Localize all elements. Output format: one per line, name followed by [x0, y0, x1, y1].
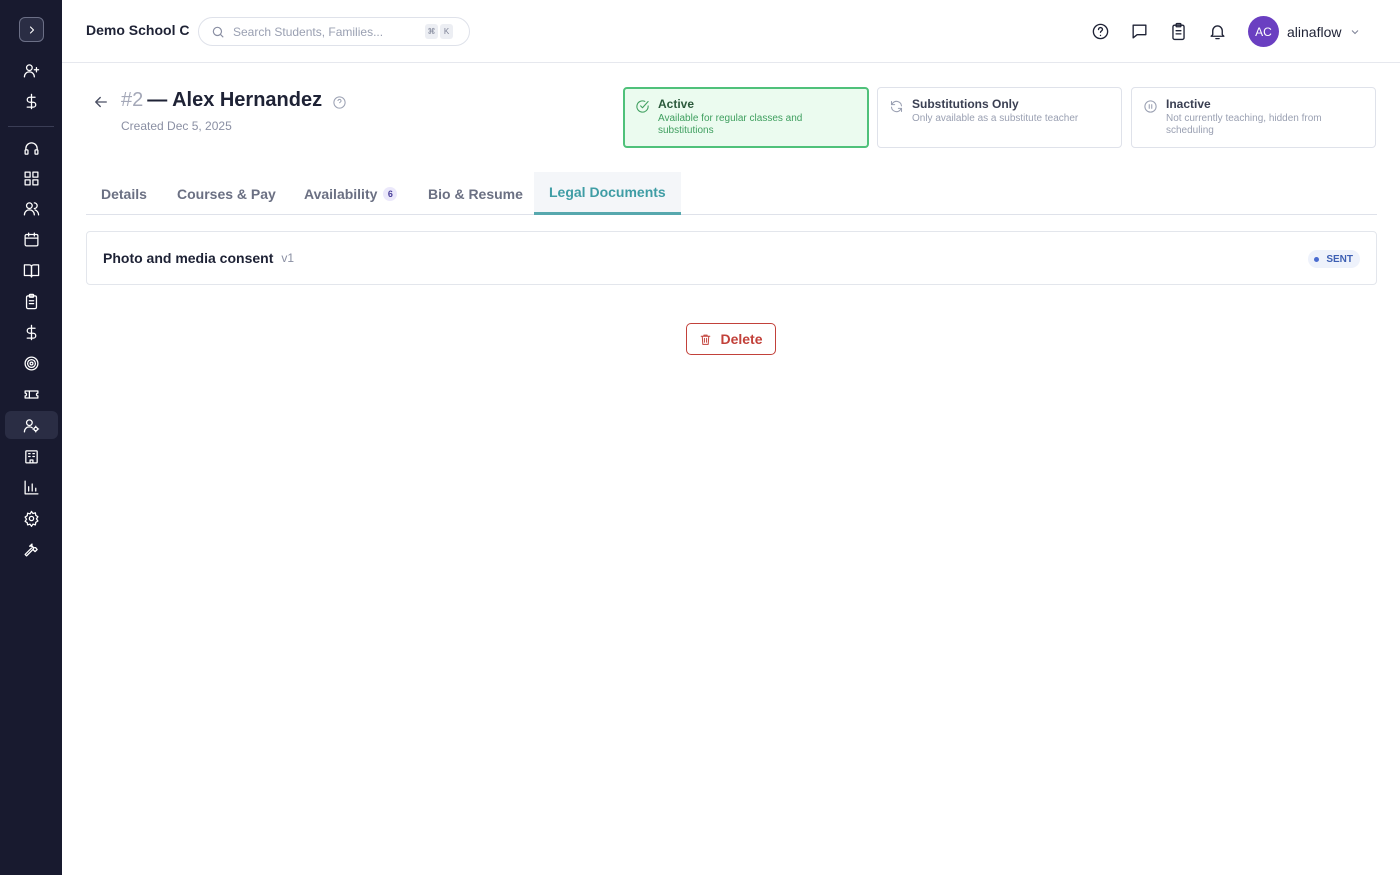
sidebar	[0, 0, 62, 875]
search-icon	[212, 26, 224, 38]
document-row[interactable]: Photo and media consent v1 SENT	[86, 231, 1377, 285]
sidebar-item-add-user[interactable]	[5, 56, 58, 84]
target-icon	[24, 355, 39, 371]
shortcut-key-k: K	[440, 24, 453, 39]
document-version: v1	[281, 251, 295, 265]
shortcut-key-cmd: ⌘	[425, 24, 438, 39]
refresh-icon	[889, 99, 904, 114]
sidebar-item-reports[interactable]	[5, 473, 58, 501]
teacher-name: — Alex Hernandez	[147, 89, 323, 111]
sidebar-item-billing[interactable]	[5, 318, 58, 346]
book-icon	[23, 263, 40, 278]
users-icon	[23, 201, 40, 216]
top-bar: Demo School C ⌘ K AC alinaflow	[62, 0, 1400, 63]
status-title: Active	[658, 97, 695, 111]
avatar: AC	[1248, 16, 1279, 47]
availability-count-badge: 6	[383, 186, 398, 201]
status-badge: SENT	[1308, 250, 1360, 268]
status-dot	[1314, 256, 1320, 262]
dollar-icon	[26, 93, 37, 109]
search-box[interactable]: ⌘ K	[198, 17, 470, 46]
username: alinaflow	[1287, 23, 1342, 40]
clipboard-icon	[25, 293, 38, 309]
sidebar-item-goals[interactable]	[5, 349, 58, 377]
delete-label: Delete	[720, 331, 763, 347]
status-badge-label: SENT	[1326, 253, 1353, 265]
sidebar-item-tickets[interactable]	[5, 380, 58, 408]
sidebar-item-staff[interactable]	[5, 411, 58, 439]
tab-legal-documents[interactable]: Legal Documents	[534, 172, 681, 215]
chevron-down-icon	[1352, 29, 1359, 34]
tab-availability[interactable]: Availability 6	[304, 172, 398, 215]
search-input[interactable]	[233, 24, 423, 39]
sidebar-item-support[interactable]	[5, 134, 58, 162]
messages-button[interactable]	[1128, 20, 1150, 42]
back-button[interactable]	[92, 93, 110, 111]
page-title: #2 — Alex Hernandez	[121, 89, 347, 112]
arrow-left-icon	[95, 96, 107, 108]
check-circle-icon	[635, 99, 650, 114]
chevron-right-icon	[29, 25, 34, 34]
teacher-number: #2	[121, 89, 144, 111]
pause-circle-icon	[1143, 99, 1158, 114]
sidebar-item-calendar[interactable]	[5, 225, 58, 253]
tab-bar: Details Courses & Pay Availability 6 Bio…	[86, 172, 1377, 215]
document-name: Photo and media consent	[103, 250, 274, 266]
gear-icon	[24, 510, 39, 527]
status-option-substitutions[interactable]: Substitutions Only Only available as a s…	[877, 87, 1122, 148]
status-description: Available for regular classes and substi…	[658, 113, 803, 136]
help-button[interactable]	[1089, 20, 1111, 42]
tab-details[interactable]: Details	[101, 172, 147, 215]
delete-button[interactable]: Delete	[686, 323, 776, 355]
trash-icon	[701, 334, 711, 345]
building-icon	[25, 449, 38, 464]
tab-label: Availability	[304, 185, 378, 202]
title-help-button[interactable]	[332, 93, 347, 109]
calendar-icon	[24, 231, 39, 247]
dashboard-icon	[24, 170, 39, 186]
user-plus-icon	[23, 63, 40, 78]
sidebar-item-tools[interactable]	[5, 535, 58, 563]
clipboard-icon	[1171, 22, 1185, 40]
tasks-button[interactable]	[1167, 20, 1189, 42]
status-option-inactive[interactable]: Inactive Not currently teaching, hidden …	[1131, 87, 1376, 148]
bell-icon	[1209, 24, 1225, 39]
sidebar-item-courses[interactable]	[5, 256, 58, 284]
dollar-icon	[26, 324, 37, 340]
user-menu[interactable]: AC alinaflow	[1248, 16, 1361, 47]
tab-courses-pay[interactable]: Courses & Pay	[177, 172, 276, 215]
status-description: Not currently teaching, hidden from sche…	[1166, 113, 1322, 136]
sidebar-item-settings[interactable]	[5, 504, 58, 532]
help-circle-icon	[333, 96, 346, 109]
status-title: Substitutions Only	[912, 97, 1019, 111]
bar-chart-icon	[24, 479, 39, 495]
tab-bio-resume[interactable]: Bio & Resume	[428, 172, 523, 215]
sidebar-item-payments[interactable]	[5, 87, 58, 115]
user-gear-icon	[23, 418, 40, 433]
help-circle-icon	[1092, 23, 1108, 39]
created-date: Created Dec 5, 2025	[121, 119, 232, 133]
wrench-icon	[24, 542, 38, 557]
ticket-icon	[24, 389, 39, 399]
notifications-button[interactable]	[1206, 20, 1228, 42]
school-name: Demo School C	[86, 22, 190, 38]
sidebar-expand-button[interactable]	[19, 17, 44, 42]
sidebar-item-dashboard[interactable]	[5, 164, 58, 192]
sidebar-item-students[interactable]	[5, 194, 58, 222]
sidebar-divider	[8, 126, 54, 127]
chat-icon	[1131, 23, 1147, 39]
status-description: Only available as a substitute teacher	[912, 113, 1079, 124]
status-title: Inactive	[1166, 97, 1211, 111]
sidebar-item-tasks[interactable]	[5, 287, 58, 315]
sidebar-item-locations[interactable]	[5, 442, 58, 470]
status-option-active[interactable]: Active Available for regular classes and…	[623, 87, 869, 148]
headset-icon	[24, 141, 39, 155]
